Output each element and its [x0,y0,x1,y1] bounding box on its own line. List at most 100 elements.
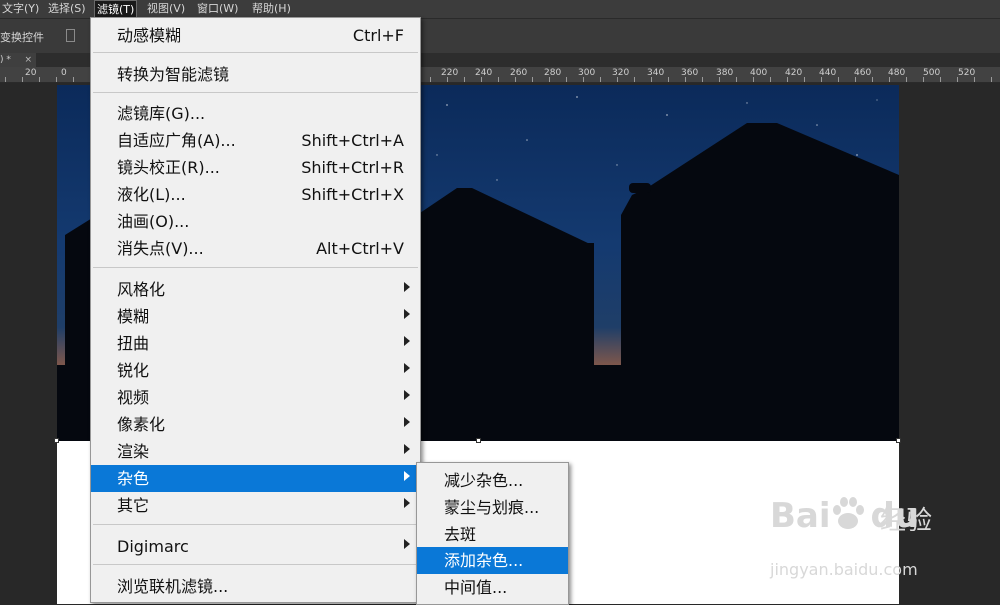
submenu-arrow-icon [404,471,410,481]
submenu-arrow-icon [404,539,410,549]
ruler-tick [515,77,516,82]
menu-separator [93,564,418,565]
menu-separator [93,524,418,525]
ruler-label: 340 [647,68,665,78]
ruler-tick [5,77,6,82]
menu-separator [93,92,418,93]
submenu-arrow-icon [404,363,410,373]
transform-controls-checkbox-label[interactable]: 变换控件 [0,29,44,45]
transform-handle[interactable] [476,438,481,443]
transform-handle[interactable] [54,438,59,443]
ruler-label: 520 [958,68,976,78]
submenu-arrow-icon [404,309,410,319]
transform-handle[interactable] [896,438,901,443]
ruler-tick [617,77,618,82]
ruler-tick [39,77,40,82]
submenu-item-despeckle[interactable]: 去斑 [417,521,568,548]
menu-item-liquify[interactable]: 液化(L)... Shift+Ctrl+X [91,181,420,208]
menu-separator [93,267,418,268]
menu-type[interactable]: 文字(Y) [0,0,41,18]
menu-item-filter-gallery[interactable]: 滤镜库(G)... [91,100,420,127]
ruler-tick [447,77,448,82]
menu-separator [93,52,418,53]
ruler-tick [787,77,788,82]
submenu-item-reduce-noise[interactable]: 减少杂色... [417,467,568,494]
ruler-tick [583,77,584,82]
align-icon[interactable] [66,29,75,42]
ruler-label: 220 [441,68,459,78]
ruler-tick [991,77,992,82]
menu-item-blur[interactable]: 模糊 [91,303,420,330]
menu-item-digimarc[interactable]: Digimarc [91,533,420,560]
menu-item-video[interactable]: 视频 [91,384,420,411]
submenu-arrow-icon [404,390,410,400]
menu-item-vanishing-point[interactable]: 消失点(V)... Alt+Ctrl+V [91,235,420,262]
ruler-tick [974,77,975,82]
menu-item-motion-blur[interactable]: 动感模糊 Ctrl+F [91,22,420,49]
ruler-label: 280 [544,68,562,78]
submenu-item-dust-scratches[interactable]: 蒙尘与划痕... [417,494,568,521]
ruler-tick [872,77,873,82]
ruler-tick [685,77,686,82]
menu-select[interactable]: 选择(S) [46,0,88,18]
submenu-arrow-icon [404,336,410,346]
menu-item-other[interactable]: 其它 [91,492,420,519]
ruler-tick [736,77,737,82]
submenu-arrow-icon [404,498,410,508]
menubar: 文字(Y) 选择(S) 滤镜(T) 视图(V) 窗口(W) 帮助(H) [0,0,1000,19]
ruler-label: 480 [888,68,906,78]
menu-item-stylize[interactable]: 风格化 [91,276,420,303]
ruler-label: 240 [475,68,493,78]
menu-item-pixelate[interactable]: 像素化 [91,411,420,438]
ruler-label: 260 [510,68,528,78]
menu-view[interactable]: 视图(V) [145,0,187,18]
document-tab[interactable]: ) * × [0,53,36,67]
ruler-tick [855,77,856,82]
ruler-tick [719,77,720,82]
ruler-tick [957,77,958,82]
ruler-tick [923,77,924,82]
menu-item-lens-correction[interactable]: 镜头校正(R)... Shift+Ctrl+R [91,154,420,181]
ruler-tick [651,77,652,82]
ruler-tick [702,77,703,82]
ruler-tick [430,77,431,82]
ruler-label: 20 [25,68,37,78]
menu-help[interactable]: 帮助(H) [250,0,293,18]
menu-item-sharpen[interactable]: 锐化 [91,357,420,384]
ruler-tick [770,77,771,82]
ruler-tick [838,77,839,82]
filter-menu: 动感模糊 Ctrl+F 转换为智能滤镜 滤镜库(G)... 自适应广角(A)..… [90,17,421,603]
ruler-tick [481,77,482,82]
ruler-label: 320 [612,68,630,78]
ruler-tick [940,77,941,82]
submenu-item-median[interactable]: 中间值... [417,574,568,601]
watermark-cn: 经验 [880,506,933,536]
ruler-tick [566,77,567,82]
menu-item-browse-filters-online[interactable]: 浏览联机滤镜... [91,573,420,600]
ruler-tick [668,77,669,82]
menu-window[interactable]: 窗口(W) [195,0,240,18]
submenu-item-add-noise[interactable]: 添加杂色... [417,547,568,574]
noise-submenu: 减少杂色... 蒙尘与划痕... 去斑 添加杂色... 中间值... [416,462,569,605]
ruler-label: 360 [681,68,699,78]
ruler-label: 300 [578,68,596,78]
ruler-tick [634,77,635,82]
menu-item-distort[interactable]: 扭曲 [91,330,420,357]
close-icon[interactable]: × [24,53,32,67]
ruler-tick [804,77,805,82]
menu-item-convert-smart-filter[interactable]: 转换为智能滤镜 [91,61,420,88]
menu-item-adaptive-wide-angle[interactable]: 自适应广角(A)... Shift+Ctrl+A [91,127,420,154]
watermark-url: jingyan.baidu.com [770,560,918,579]
ruler-tick [498,77,499,82]
ruler-tick [22,77,23,82]
ruler-label: 460 [854,68,872,78]
ruler-tick [73,77,74,82]
menu-item-noise[interactable]: 杂色 [91,465,420,492]
ruler-tick [753,77,754,82]
paw-icon [833,497,864,529]
menu-item-render[interactable]: 渲染 [91,438,420,465]
document-tab-title: ) * [0,55,11,65]
ruler-tick [532,77,533,82]
ruler-tick [906,77,907,82]
menu-item-oil-paint[interactable]: 油画(O)... [91,208,420,235]
